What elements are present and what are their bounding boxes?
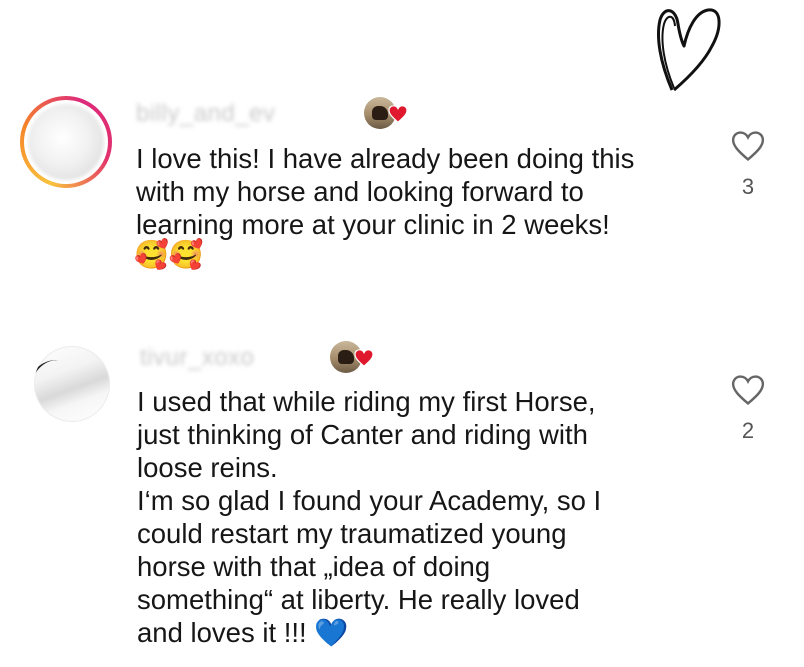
comment-emojis: 🥰🥰 [134, 240, 204, 270]
heart-outline-icon[interactable] [731, 130, 765, 162]
like-group: 3 [728, 130, 768, 200]
smiling-face-with-hearts-emoji: 🥰🥰 [134, 239, 204, 270]
like-count: 2 [741, 418, 755, 443]
comment-text: I love this! I have already been doing t… [136, 143, 635, 240]
author-liked-badge [364, 97, 408, 131]
comment-username[interactable]: tivur_xoxo [140, 344, 254, 372]
heart-outline-icon[interactable] [731, 374, 765, 406]
like-group: 2 [728, 374, 768, 444]
hand-drawn-heart-icon [657, 8, 721, 92]
avatar[interactable] [20, 96, 112, 188]
red-heart-icon [354, 349, 374, 367]
author-liked-badge [330, 341, 374, 375]
avatar[interactable] [34, 346, 110, 422]
comment-username[interactable]: billy_and_ev [136, 100, 275, 128]
like-count: 3 [741, 174, 755, 199]
red-heart-icon [388, 105, 408, 123]
comment-text: I used that while riding my first Horse,… [137, 386, 602, 648]
